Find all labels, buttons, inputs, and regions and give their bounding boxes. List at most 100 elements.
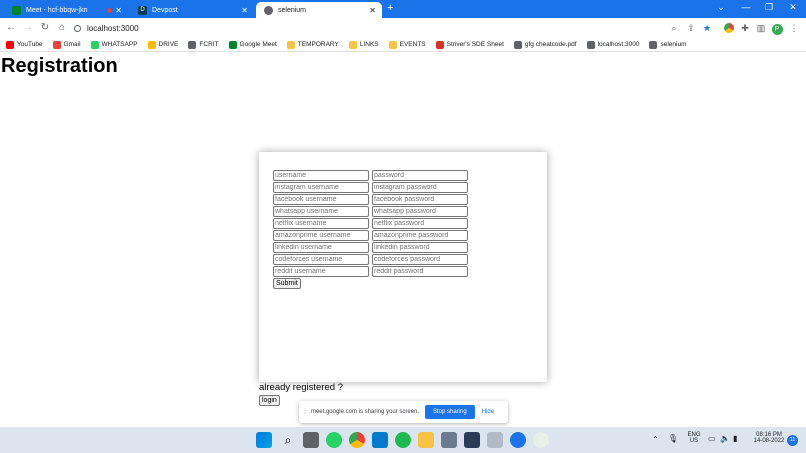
- avatar[interactable]: P: [770, 21, 784, 35]
- close-icon[interactable]: ✕: [369, 6, 376, 15]
- bookmark-item[interactable]: EVENTS: [388, 40, 426, 49]
- password-field[interactable]: [372, 218, 468, 229]
- close-icon[interactable]: ✕: [115, 6, 122, 15]
- start-icon[interactable]: [256, 432, 272, 448]
- wifi-icon[interactable]: ▭: [708, 434, 716, 443]
- bookmark-icon: [188, 40, 197, 49]
- registration-card: Submit: [259, 152, 547, 382]
- bookmark-item[interactable]: DRIVE: [147, 40, 178, 49]
- tab-search-button[interactable]: ⌄: [710, 2, 732, 13]
- window-close-button[interactable]: ✕: [782, 2, 804, 13]
- bookmark-item[interactable]: LINKS: [348, 40, 379, 49]
- menu-icon[interactable]: ⋮: [787, 21, 801, 35]
- restore-button[interactable]: ❐: [758, 2, 780, 13]
- username-field[interactable]: [273, 170, 369, 181]
- bookmark-item[interactable]: selenium: [649, 40, 687, 49]
- login-button[interactable]: login: [259, 395, 280, 406]
- bookmark-item[interactable]: WHATSAPP: [90, 40, 138, 49]
- tab-selenium[interactable]: selenium ✕: [256, 2, 382, 18]
- password-field[interactable]: [372, 182, 468, 193]
- bookmark-icon: [649, 40, 658, 49]
- meet-taskbar-icon[interactable]: [533, 432, 549, 448]
- bookmark-item[interactable]: localhost:3000: [586, 40, 640, 49]
- share-message: meet.google.com is sharing your screen.: [310, 409, 420, 415]
- chevron-up-icon[interactable]: ⌃: [652, 435, 659, 444]
- bookmarks-bar: YouTube Gmail WHATSAPP DRIVE FCRIT Google Mee…: [0, 38, 806, 52]
- bookmark-label: Gmail: [63, 41, 81, 48]
- sidepanel-icon[interactable]: ▥: [754, 21, 768, 35]
- zoom-icon[interactable]: ⌕: [667, 21, 681, 35]
- username-field[interactable]: [273, 206, 369, 217]
- password-field[interactable]: [372, 194, 468, 205]
- username-field[interactable]: [273, 218, 369, 229]
- password-field[interactable]: [372, 266, 468, 277]
- stop-sharing-button[interactable]: Stop sharing: [425, 405, 475, 419]
- globe-icon: [264, 5, 273, 15]
- new-tab-button[interactable]: +: [387, 2, 393, 14]
- username-field[interactable]: [273, 266, 369, 277]
- share-icon[interactable]: ⇪: [684, 21, 698, 35]
- tab-label: Meet - hcf-bbqw-jkn: [26, 6, 88, 14]
- bookmark-item[interactable]: Gmail: [52, 40, 81, 49]
- microphone-icon[interactable]: 🎙: [668, 434, 678, 443]
- tab-strip: Meet - hcf-bbqw-jkn ✕ D Devpost ✕ seleni…: [0, 0, 806, 18]
- bookmark-icon: [90, 40, 99, 49]
- minimize-button[interactable]: —: [735, 2, 757, 12]
- bookmark-item[interactable]: YouTube: [6, 40, 43, 49]
- password-field[interactable]: [372, 170, 468, 181]
- search-icon[interactable]: ⌕: [280, 432, 296, 448]
- password-field[interactable]: [372, 242, 468, 253]
- task-view-icon[interactable]: [303, 432, 319, 448]
- password-field[interactable]: [372, 230, 468, 241]
- username-field[interactable]: [273, 182, 369, 193]
- clock[interactable]: 08:16 PM 14-08-2022: [752, 432, 786, 444]
- password-field[interactable]: [372, 206, 468, 217]
- submit-button[interactable]: Submit: [273, 278, 301, 289]
- already-registered-text: already registered ?: [259, 382, 343, 393]
- extension-icon[interactable]: [722, 21, 736, 35]
- password-field[interactable]: [372, 254, 468, 265]
- reload-button[interactable]: ↻: [38, 21, 52, 35]
- username-field[interactable]: [273, 194, 369, 205]
- home-button[interactable]: ⌂: [55, 21, 69, 35]
- drag-handle-icon[interactable]: ⁞: [304, 409, 306, 416]
- bookmark-label: selenium: [660, 41, 687, 48]
- hide-button[interactable]: Hide: [482, 409, 494, 415]
- bookmark-item[interactable]: FCRIT: [188, 40, 219, 49]
- tab-meet[interactable]: Meet - hcf-bbqw-jkn ✕: [4, 2, 128, 18]
- puzzle-icon[interactable]: ✚: [738, 21, 752, 35]
- address-bar[interactable]: localhost:3000: [74, 20, 724, 36]
- photos-icon[interactable]: [487, 432, 503, 448]
- bookmark-item[interactable]: TEMPORARY: [286, 40, 339, 49]
- volume-icon[interactable]: 🔈: [720, 434, 730, 443]
- whatsapp-icon[interactable]: [326, 432, 342, 448]
- username-field[interactable]: [273, 242, 369, 253]
- bookmark-label: localhost:3000: [597, 41, 640, 48]
- bookmark-item[interactable]: Google Meet: [228, 40, 277, 49]
- notification-badge[interactable]: 11: [787, 435, 798, 446]
- bookmark-item[interactable]: gfg cheatcode.pdf: [513, 40, 577, 49]
- app-icon[interactable]: [464, 432, 480, 448]
- bookmark-item[interactable]: Striver's SDE Sheet: [435, 40, 504, 49]
- settings-icon[interactable]: [441, 432, 457, 448]
- bookmark-label: LINKS: [359, 41, 379, 48]
- file-explorer-icon[interactable]: [418, 432, 434, 448]
- bookmark-icon: [513, 40, 522, 49]
- bookmark-star-icon[interactable]: ★: [700, 21, 714, 35]
- spotify-icon[interactable]: [395, 432, 411, 448]
- back-button[interactable]: ←: [4, 21, 18, 35]
- forward-button[interactable]: →: [21, 21, 35, 35]
- windows-taskbar: ⌕ ⌃ 🎙 ENG US ▭ 🔈 ▮ 08:16 PM 14-08-2022 1…: [0, 427, 806, 453]
- battery-icon[interactable]: ▮: [733, 434, 737, 443]
- messenger-icon[interactable]: [510, 432, 526, 448]
- tab-devpost[interactable]: D Devpost ✕: [130, 2, 254, 18]
- language-indicator[interactable]: ENG US: [684, 432, 704, 444]
- chrome-icon[interactable]: [349, 432, 365, 448]
- username-field[interactable]: [273, 230, 369, 241]
- bookmark-icon: [435, 40, 444, 49]
- vscode-icon[interactable]: [372, 432, 388, 448]
- username-field[interactable]: [273, 254, 369, 265]
- url-text: localhost:3000: [87, 23, 139, 33]
- close-icon[interactable]: ✕: [241, 6, 248, 15]
- bookmark-label: Striver's SDE Sheet: [446, 41, 504, 48]
